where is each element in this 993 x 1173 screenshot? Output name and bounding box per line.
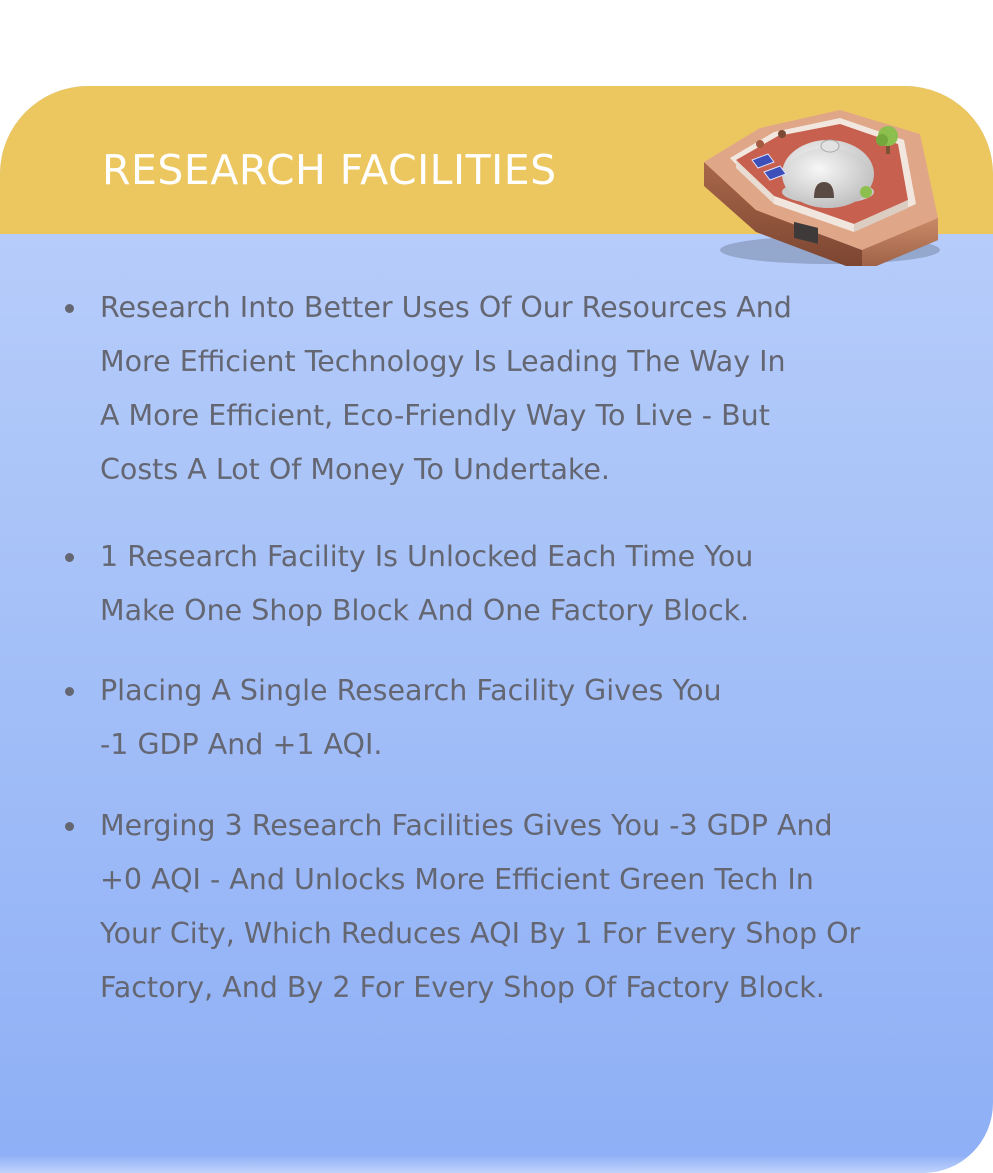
list-item: 1 Research Facility Is Unlocked Each Tim… xyxy=(62,530,942,638)
bullet-dot-icon xyxy=(65,822,74,831)
research-facility-dome-icon xyxy=(704,110,940,266)
card-bottom-edge xyxy=(0,1155,993,1173)
bullet-list: Research Into Better Uses Of Our Resourc… xyxy=(62,281,942,1015)
list-item: Research Into Better Uses Of Our Resourc… xyxy=(62,281,942,497)
bullet-text: 1 Research Facility Is Unlocked Each Tim… xyxy=(100,540,754,627)
bullet-dot-icon xyxy=(65,553,74,562)
info-card: RESEARCH FACILITIES Research Into Better… xyxy=(0,86,993,1173)
list-item: Placing A Single Research Facility Gives… xyxy=(62,664,942,772)
bullet-dot-icon xyxy=(65,304,74,313)
list-item: Merging 3 Research Facilities Gives You … xyxy=(62,799,942,1015)
card-title: RESEARCH FACILITIES xyxy=(102,146,557,194)
bullet-dot-icon xyxy=(65,687,74,696)
bullet-text: Merging 3 Research Facilities Gives You … xyxy=(100,809,861,1004)
bullet-text: Placing A Single Research Facility Gives… xyxy=(100,674,722,761)
bullet-text: Research Into Better Uses Of Our Resourc… xyxy=(100,291,792,486)
